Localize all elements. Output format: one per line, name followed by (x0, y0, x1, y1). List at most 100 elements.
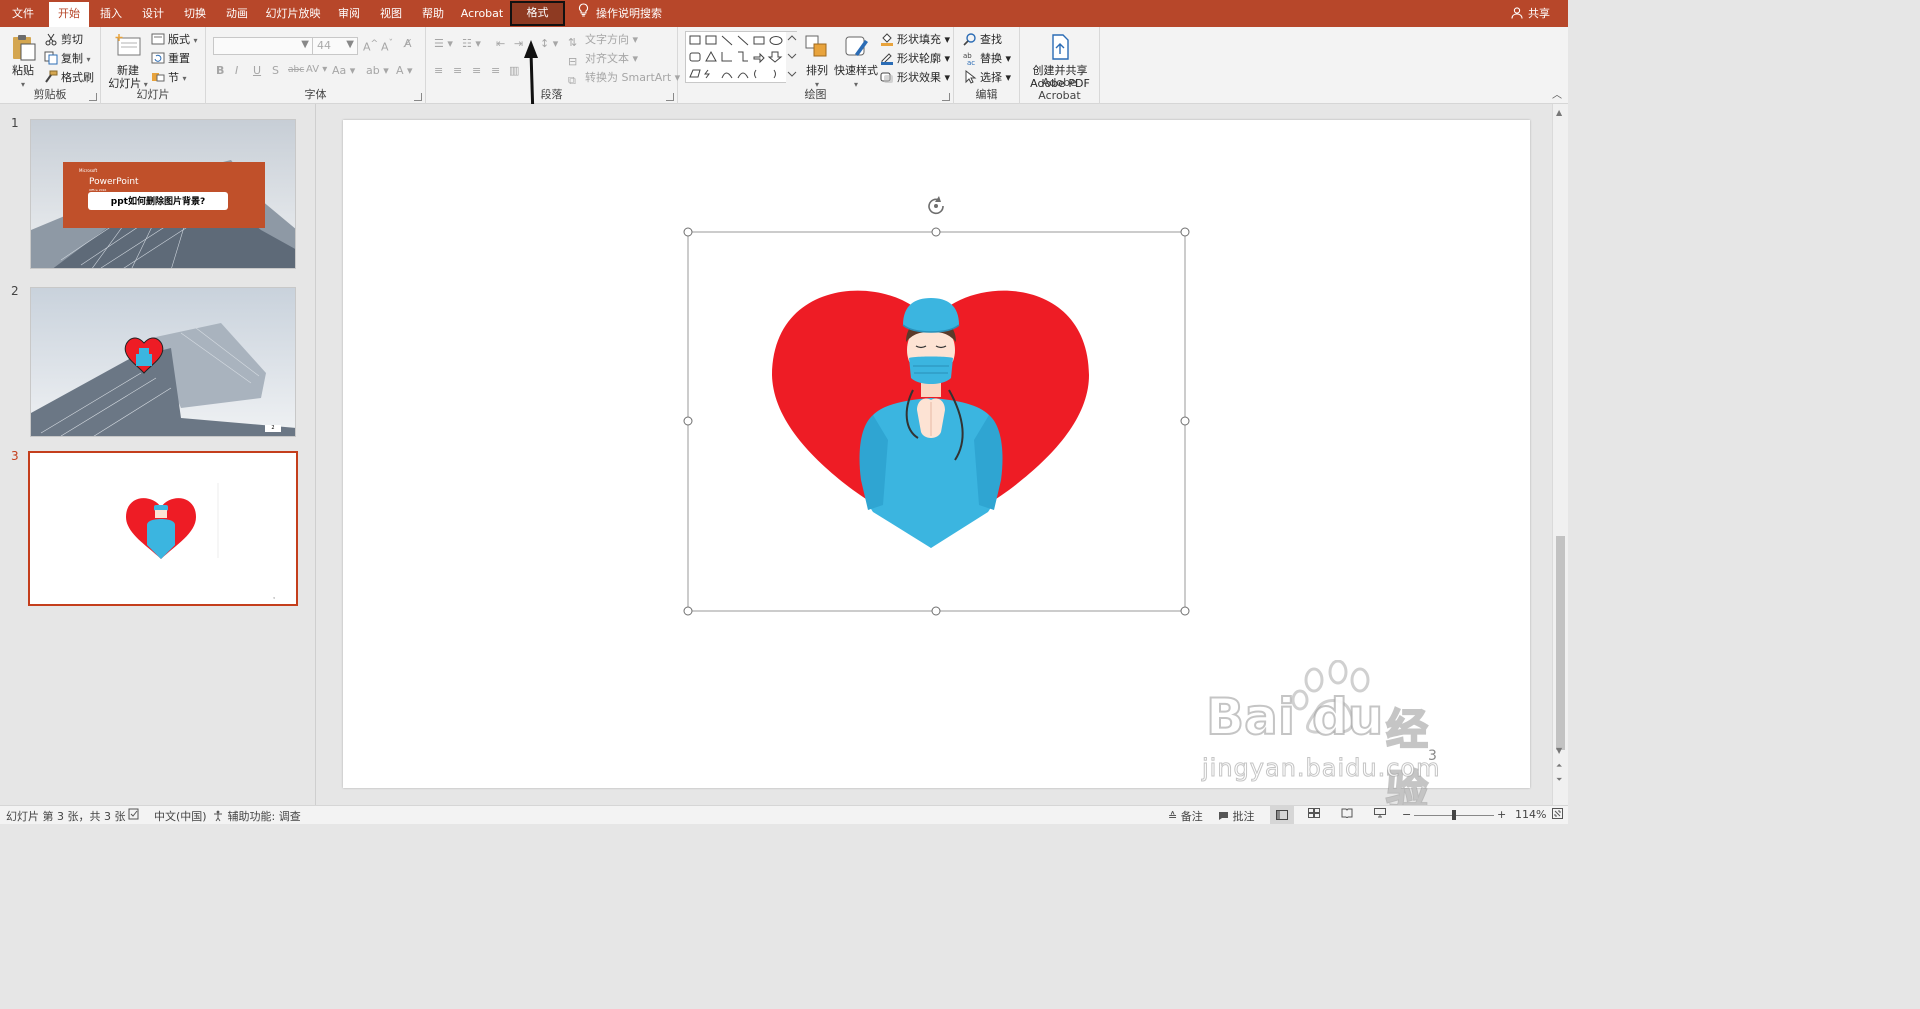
italic-icon[interactable]: I (235, 64, 238, 77)
drawing-launcher[interactable] (942, 93, 950, 101)
align-center-icon[interactable]: ≡ (453, 64, 462, 77)
thumbnail-number: 3 (11, 449, 19, 463)
scroll-down-icon[interactable]: ▼ (1556, 746, 1562, 755)
tab-design[interactable]: 设计 (134, 0, 172, 27)
language-status[interactable]: 中文(中国) (154, 808, 207, 824)
shrink-font-icon[interactable]: Aˇ (381, 38, 393, 54)
scrollbar-thumb[interactable] (1556, 536, 1565, 750)
align-text-button[interactable]: ⊟ 对齐文本 ▾ (568, 50, 638, 69)
zoom-out-button[interactable]: − (1402, 808, 1411, 821)
reset-button[interactable]: 重置 (151, 50, 190, 66)
slide-sorter-icon[interactable] (1308, 808, 1320, 821)
tab-animations[interactable]: 动画 (218, 0, 256, 27)
accessibility-icon (212, 810, 228, 823)
slideshow-icon[interactable] (1374, 808, 1386, 821)
bullets-icon[interactable]: ☰ ▾ (434, 37, 453, 50)
next-slide-icon[interactable]: ⏷ (1556, 775, 1562, 785)
comments-button[interactable]: 批注 (1218, 808, 1255, 824)
group-font: ▼ 44 ▼ A^ Aˇ A̸ B I U S abc AV ▾ Aa ▾ ab … (206, 27, 426, 104)
tab-insert[interactable]: 插入 (92, 0, 130, 27)
increase-indent-icon[interactable]: ⇥ (514, 37, 523, 50)
previous-slide-icon[interactable]: ⏶ (1556, 761, 1562, 771)
normal-view-button[interactable] (1270, 806, 1294, 824)
clear-formatting-icon[interactable]: A̸ (404, 37, 412, 50)
paste-button[interactable]: 粘贴 ▾ (6, 32, 40, 91)
font-size-value: 44 (317, 39, 331, 52)
tab-transitions[interactable]: 切换 (176, 0, 214, 27)
font-color-icon[interactable]: A ▾ (396, 64, 413, 77)
slide-count-status: 幻灯片 第 3 张，共 3 张 (6, 810, 126, 823)
numbering-icon[interactable]: ☷ ▾ (462, 37, 481, 50)
scroll-up-icon[interactable]: ▲ (1556, 108, 1562, 117)
thumbnail-title: ppt如何删除图片背景? (110, 197, 206, 207)
quick-styles-button[interactable]: 快速样式 ▾ (834, 32, 878, 91)
section-button[interactable]: 节 ▾ (151, 69, 187, 85)
shape-outline-button[interactable]: 形状轮廓 ▾ (880, 50, 950, 66)
quick-styles-label: 快速样式 (834, 64, 878, 77)
zoom-in-button[interactable]: + (1497, 808, 1506, 821)
decrease-indent-icon[interactable]: ⇤ (496, 37, 505, 50)
cut-button[interactable]: 剪切 (44, 31, 83, 47)
slide-thumbnail-3[interactable]: 3 (28, 451, 298, 606)
shadow-icon[interactable]: S (272, 64, 279, 77)
clipboard-launcher[interactable] (89, 93, 97, 101)
format-painter-button[interactable]: 格式刷 (44, 69, 94, 85)
clipboard-icon (13, 35, 36, 61)
font-launcher[interactable] (414, 93, 422, 101)
align-right-icon[interactable]: ≡ (472, 64, 481, 77)
group-acrobat: 创建并共享 Adobe PDF Adobe Acrobat (1020, 27, 1100, 104)
strikethrough-icon[interactable]: abc (288, 65, 304, 75)
text-direction-icon: ⇅ (568, 36, 578, 49)
change-case-icon[interactable]: Aa ▾ (332, 64, 355, 77)
slide-thumbnail-1[interactable]: Microsoft PowerPoint Office 2016 ppt如何删除… (30, 119, 296, 269)
replace-icon: ab ac (963, 51, 977, 67)
tab-view[interactable]: 视图 (372, 0, 410, 27)
new-slide-label-1: 新建 (117, 64, 139, 77)
share-button[interactable]: 共享 (1510, 0, 1550, 27)
tab-file[interactable]: 文件 (0, 0, 46, 27)
tab-format[interactable]: 格式 (510, 1, 565, 26)
accessibility-status[interactable]: 辅助功能: 调查 (212, 808, 301, 824)
shapes-gallery[interactable] (685, 31, 798, 84)
tab-help[interactable]: 帮助 (414, 0, 452, 27)
arrange-button[interactable]: 排列 ▾ (802, 32, 832, 91)
bold-icon[interactable]: B (216, 64, 224, 77)
spelling-check-icon[interactable] (128, 808, 140, 823)
justify-icon[interactable]: ≡ (491, 64, 500, 77)
line-spacing-icon[interactable]: ↕ ▾ (540, 37, 558, 50)
character-spacing-icon[interactable]: AV ▾ (306, 64, 327, 75)
tab-review[interactable]: 审阅 (330, 0, 368, 27)
collapse-ribbon-icon[interactable]: ︿ (1552, 86, 1562, 101)
text-direction-button[interactable]: ⇅ 文字方向 ▾ (568, 31, 638, 50)
slide-thumbnail-2[interactable]: 2 (30, 287, 296, 437)
tell-me-search[interactable]: 操作说明搜索 (576, 0, 662, 27)
select-button[interactable]: 选择 ▾ (963, 69, 1011, 85)
shape-fill-button[interactable]: 形状填充 ▾ (880, 31, 950, 47)
comment-icon (1218, 810, 1233, 823)
fit-to-window-icon[interactable] (1552, 808, 1563, 822)
new-slide-button[interactable]: 新建 幻灯片 ▾ (107, 32, 149, 91)
shape-effects-button[interactable]: 形状效果 ▾ (880, 69, 950, 85)
tab-slideshow[interactable]: 幻灯片放映 (260, 0, 326, 27)
replace-button[interactable]: ab ac 替换 ▾ (963, 50, 1011, 67)
align-left-icon[interactable]: ≡ (434, 64, 443, 77)
font-size-box[interactable]: 44 ▼ (312, 37, 358, 55)
layout-button[interactable]: 版式 ▾ (151, 31, 198, 47)
zoom-level[interactable]: 114% (1515, 808, 1546, 821)
copy-button[interactable]: 复制 ▾ (44, 50, 91, 66)
font-name-box[interactable]: ▼ (213, 37, 313, 55)
grow-font-icon[interactable]: A^ (363, 38, 378, 54)
highlight-icon[interactable]: ab ▾ (366, 64, 389, 77)
columns-icon[interactable]: ▥ (509, 64, 519, 77)
paragraph-launcher[interactable] (666, 93, 674, 101)
rotate-handle-icon[interactable] (928, 196, 944, 215)
tab-home[interactable]: 开始 (49, 2, 89, 27)
group-drawing: 排列 ▾ 快速样式 ▾ 形状填充 ▾ 形状轮廓 ▾ 形状效果 ▾ 绘图 (678, 27, 954, 104)
vertical-scrollbar[interactable]: ▲ ▼ ⏶ ⏷ (1552, 104, 1568, 805)
reading-view-icon[interactable] (1341, 808, 1353, 821)
underline-icon[interactable]: U (253, 64, 261, 77)
tab-acrobat[interactable]: Acrobat (456, 0, 508, 27)
find-button[interactable]: 查找 (963, 31, 1002, 47)
notes-button[interactable]: ≙ 备注 (1168, 808, 1203, 824)
zoom-slider-thumb[interactable] (1452, 810, 1456, 820)
